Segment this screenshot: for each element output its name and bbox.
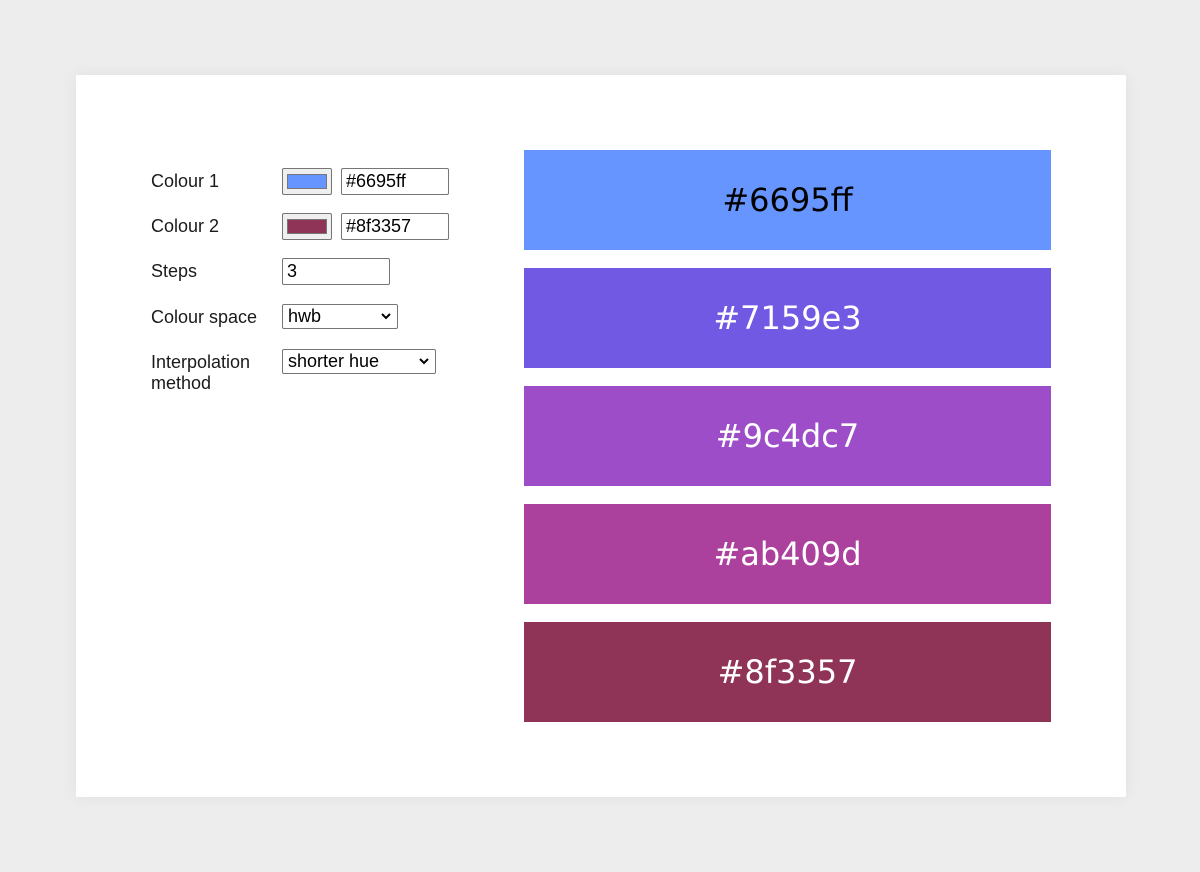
colour2-row: Colour 2 [151,213,451,241]
colour-swatch: #7159e3 [524,268,1051,368]
swatch-hex-label: #6695ff [722,181,853,219]
colour1-picker[interactable] [282,168,332,195]
colour1-row: Colour 1 [151,168,451,196]
swatch-hex-label: #7159e3 [713,299,862,337]
colour2-chip [287,219,327,234]
colour1-chip [287,174,327,189]
steps-input[interactable] [282,258,390,285]
colour-swatch: #8f3357 [524,622,1051,722]
colour-swatch: #6695ff [524,150,1051,250]
colour-space-value: hwb [288,306,322,326]
gradient-card: Colour 1 Colour 2 Steps Colour space hwb [76,75,1126,797]
steps-label: Steps [151,261,198,281]
colour-space-select[interactable]: hwb [282,304,398,329]
interpolation-value: shorter hue [288,351,380,371]
colour2-hex-input[interactable] [341,213,449,240]
colour-swatch: #9c4dc7 [524,386,1051,486]
colour1-label: Colour 1 [151,171,220,191]
colour2-label: Colour 2 [151,216,220,236]
colour-swatch: #ab409d [524,504,1051,604]
steps-row: Steps [151,258,451,286]
interpolation-row: Interpolation method shorter hue [151,349,451,393]
swatch-hex-label: #9c4dc7 [715,417,860,455]
interpolation-label: Interpolation method [151,352,251,393]
colour-space-row: Colour space hwb [151,304,451,332]
colour2-picker[interactable] [282,213,332,240]
colour1-hex-input[interactable] [341,168,449,195]
chevron-down-icon [381,313,391,320]
swatch-hex-label: #8f3357 [717,653,858,691]
interpolation-select[interactable]: shorter hue [282,349,436,374]
swatch-hex-label: #ab409d [713,535,862,573]
colour-space-label: Colour space [151,307,258,327]
chevron-down-icon [419,358,429,365]
